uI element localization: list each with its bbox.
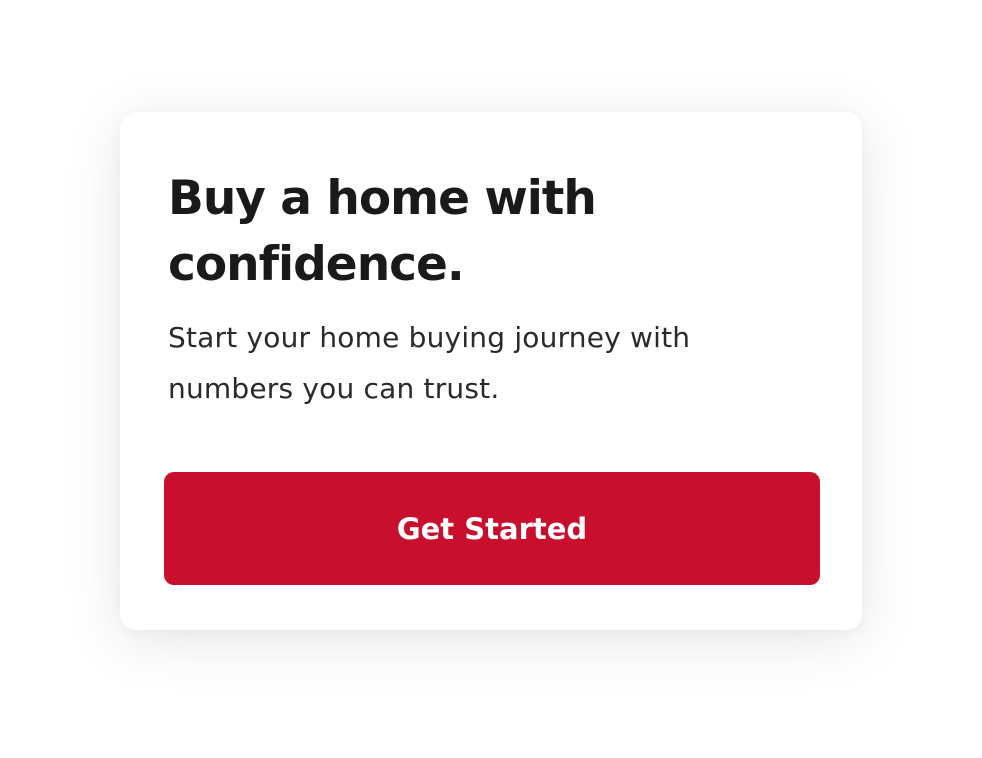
promo-card: Buy a home with confidence. Start your h…	[120, 112, 862, 630]
get-started-button[interactable]: Get Started	[164, 472, 820, 585]
card-headline: Buy a home with confidence.	[168, 171, 597, 292]
card-subtext: Start your home buying journey with numb…	[168, 321, 691, 405]
page-background: Buy a home with confidence. Start your h…	[0, 0, 982, 758]
